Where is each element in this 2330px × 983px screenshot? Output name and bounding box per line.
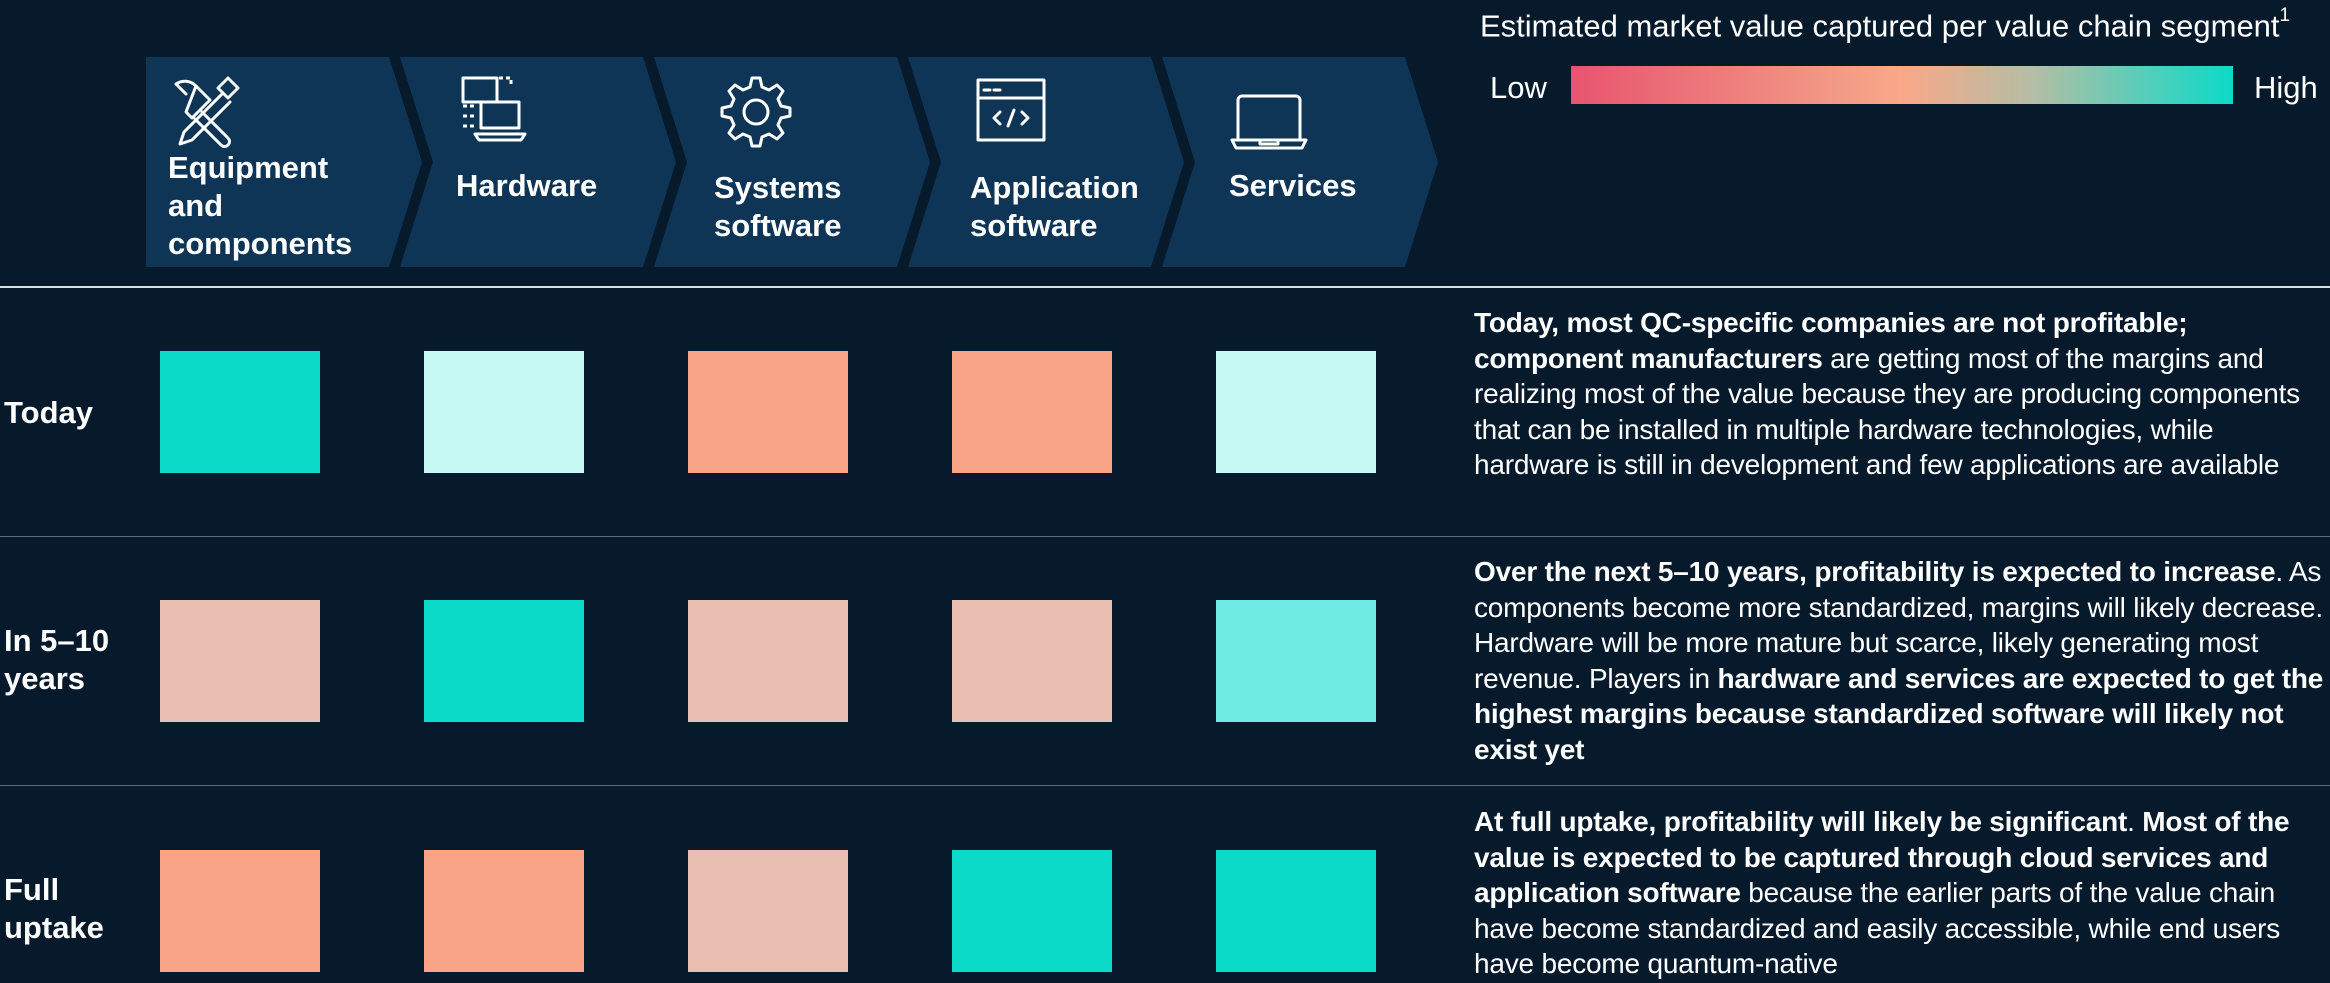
value-cell-full-uptake-1 xyxy=(160,850,320,972)
segment-label: Equipment and components xyxy=(168,150,353,261)
row-label-in-5-10-years: In 5–10 years xyxy=(4,623,110,696)
value-cell-in-5-10-years-3 xyxy=(688,600,848,722)
value-cell-in-5-10-years-4 xyxy=(952,600,1112,722)
description-text: . xyxy=(2127,806,2143,837)
value-cell-in-5-10-years-1 xyxy=(160,600,320,722)
segment-equipment-and-components: Equipment and components xyxy=(146,57,422,267)
segment-label: Systems software xyxy=(714,170,842,243)
segment-label: Application software xyxy=(970,170,1139,243)
value-cell-today-1 xyxy=(160,351,320,473)
segment-services: Services xyxy=(1162,57,1438,267)
segment-application-software: Application software xyxy=(908,57,1184,267)
legend-footnote: 1 xyxy=(2279,5,2291,26)
value-cell-full-uptake-3 xyxy=(688,850,848,972)
value-cell-today-2 xyxy=(424,351,584,473)
legend-high-label: High xyxy=(2254,70,2318,105)
segment-label: Services xyxy=(1229,168,1357,203)
legend-title: Estimated market value captured per valu… xyxy=(1480,0,2290,46)
computers-icon xyxy=(455,72,535,152)
value-cell-full-uptake-2 xyxy=(424,850,584,972)
tools-icon xyxy=(166,72,246,152)
value-chain-header: Equipment and components Hardware System… xyxy=(0,0,1450,280)
chevron-shape xyxy=(400,57,676,267)
row-divider xyxy=(0,785,2330,786)
value-cell-today-5 xyxy=(1216,351,1376,473)
value-cell-in-5-10-years-5 xyxy=(1216,600,1376,722)
row-divider xyxy=(0,536,2330,537)
value-cell-in-5-10-years-2 xyxy=(424,600,584,722)
description-bold-text: Over the next 5–10 years, profitability … xyxy=(1474,556,2276,587)
header-divider xyxy=(0,286,2330,288)
legend-low-label: Low xyxy=(1490,70,1547,105)
gear-icon xyxy=(716,72,796,152)
row-description-today: Today, most QC-specific companies are no… xyxy=(1474,305,2330,483)
segment-hardware: Hardware xyxy=(400,57,676,267)
row-label-today: Today xyxy=(4,395,93,430)
laptop-icon xyxy=(1230,72,1310,152)
code-window-icon xyxy=(970,72,1050,152)
row-label-full-uptake: Full uptake xyxy=(4,872,104,945)
legend-gradient-bar xyxy=(1571,66,2233,104)
row-description-in-5-10-years: Over the next 5–10 years, profitability … xyxy=(1474,554,2330,767)
description-bold-text: At full uptake, profitability will likel… xyxy=(1474,806,2128,837)
value-cell-today-4 xyxy=(952,351,1112,473)
legend-title-text: Estimated market value captured per valu… xyxy=(1480,8,2280,44)
segment-systems-software: Systems software xyxy=(654,57,930,267)
segment-label: Hardware xyxy=(456,168,598,203)
value-cell-full-uptake-4 xyxy=(952,850,1112,972)
row-description-full-uptake: At full uptake, profitability will likel… xyxy=(1474,804,2330,982)
value-cell-today-3 xyxy=(688,351,848,473)
value-cell-full-uptake-5 xyxy=(1216,850,1376,972)
